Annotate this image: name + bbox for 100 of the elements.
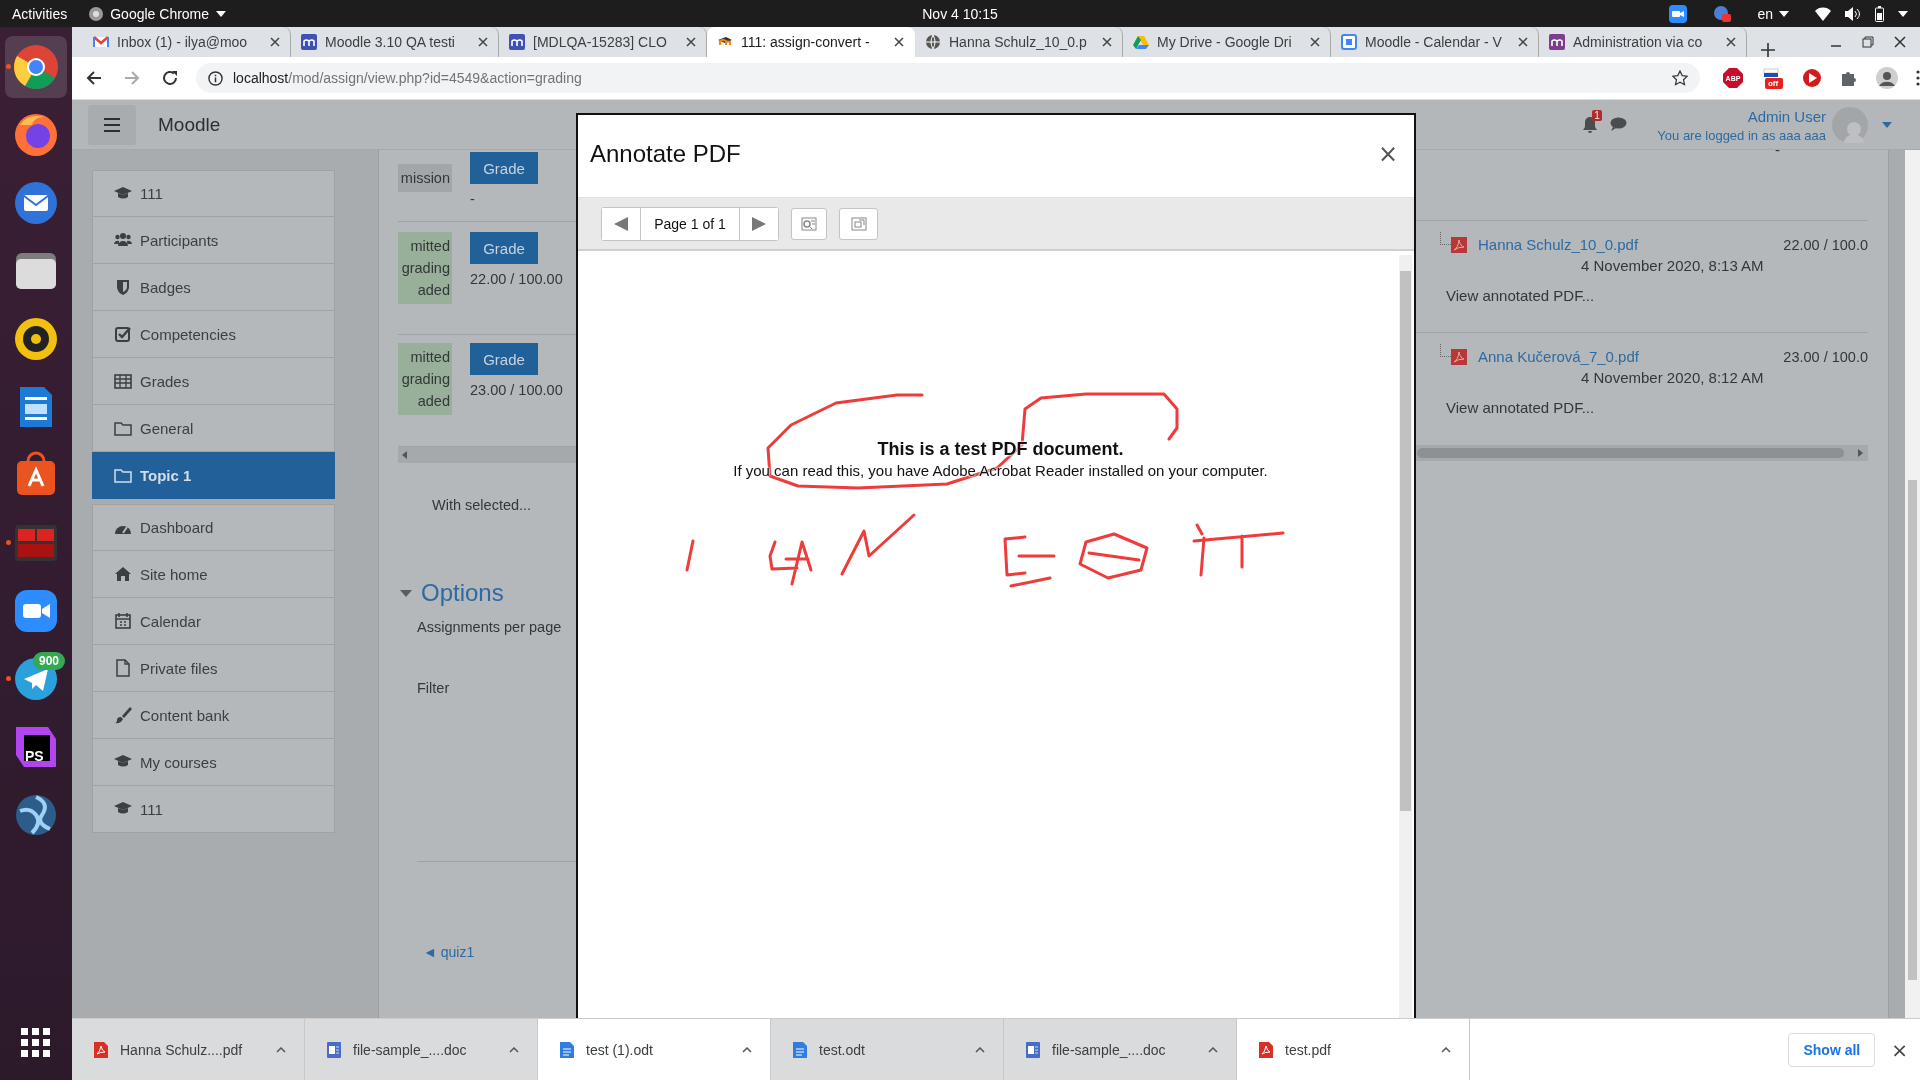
activities-button[interactable]: Activities	[12, 5, 68, 22]
close-icon[interactable]	[270, 37, 280, 47]
chevron-up-icon[interactable]	[1208, 1046, 1218, 1053]
sidebar-item[interactable]: General	[92, 405, 335, 452]
chrome-launcher[interactable]	[5, 36, 67, 98]
sidebar-item[interactable]: Calendar	[92, 598, 335, 645]
sidebar-item[interactable]: Content bank	[92, 692, 335, 739]
grade-button[interactable]: Grade	[470, 232, 538, 264]
close-icon[interactable]	[1310, 37, 1320, 47]
play-icon[interactable]	[1802, 68, 1822, 88]
scroll-left-icon[interactable]	[402, 451, 407, 459]
chevron-up-icon[interactable]	[276, 1046, 286, 1053]
battery-icon[interactable]	[1875, 5, 1884, 22]
browser-icon	[12, 111, 60, 159]
view-annotated-pdf-link[interactable]: View annotated PDF...	[1415, 399, 1868, 416]
vertical-scrollbar[interactable]	[1399, 255, 1412, 1018]
with-selected-label: With selected...	[431, 497, 533, 513]
download-item[interactable]: test.odt	[771, 1019, 1004, 1080]
show-all-button[interactable]: Show all	[1788, 1032, 1876, 1067]
dialog-title: Annotate PDF	[590, 140, 741, 168]
sidebar-item[interactable]: Grades	[92, 358, 335, 405]
chevron-up-icon[interactable]	[975, 1046, 985, 1053]
menu-button[interactable]	[88, 104, 136, 145]
chevron-up-icon[interactable]	[1441, 1046, 1451, 1053]
table-icon	[114, 372, 132, 390]
option-label: Assignments per page	[416, 619, 563, 635]
wifi-icon[interactable]	[1815, 6, 1831, 21]
pdf-file-icon	[1259, 1041, 1273, 1058]
grade-value: -	[470, 191, 476, 207]
camera-icon[interactable]	[1669, 4, 1688, 23]
record-icon[interactable]	[1713, 4, 1732, 23]
close-button[interactable]: ×	[1891, 1037, 1908, 1062]
language-menu[interactable]: en	[1757, 5, 1789, 22]
home-icon	[114, 565, 132, 583]
paper-plane-launcher[interactable]: 900	[5, 648, 67, 710]
download-item[interactable]: file-sample_....doc	[305, 1019, 538, 1080]
grade-button[interactable]: Grade	[470, 152, 538, 184]
close-button[interactable]: ×	[1377, 140, 1398, 168]
volume-icon[interactable]	[1845, 6, 1861, 21]
close-icon[interactable]	[1518, 37, 1528, 47]
grade-value: 22.00 / 100.00	[470, 271, 563, 287]
caret-icon	[1779, 10, 1789, 17]
sidebar-item[interactable]: Badges	[92, 264, 335, 311]
chevron-up-icon[interactable]	[742, 1046, 752, 1053]
right-triangle-icon	[752, 216, 766, 231]
camera-icon	[12, 587, 60, 635]
site-name[interactable]: Moodle	[158, 113, 221, 136]
chat-icon[interactable]	[1610, 117, 1628, 132]
close-icon[interactable]	[1102, 37, 1112, 47]
grade-button[interactable]: Grade	[470, 343, 538, 375]
address-bar[interactable]: localhost/mod/assign/view.php?id=4549&action=grading	[196, 63, 1700, 93]
app-grid-icon[interactable]	[21, 1028, 51, 1058]
chevron-up-icon[interactable]	[509, 1046, 519, 1053]
close-icon[interactable]	[894, 37, 904, 47]
grade-value: -	[1775, 141, 1780, 158]
sidebar-item[interactable]: Dashboard	[92, 504, 335, 551]
mail-icon	[93, 34, 109, 50]
horizontal-scrollbar[interactable]	[1415, 445, 1868, 461]
menu-icon	[104, 117, 120, 132]
download-item[interactable]: file-sample_....doc	[1004, 1019, 1237, 1080]
puzzle-icon[interactable]	[1840, 69, 1858, 87]
sidebar-item[interactable]: Competencies	[92, 311, 335, 358]
star-icon[interactable]	[1672, 70, 1688, 86]
sidebar-item[interactable]: My courses	[92, 739, 335, 786]
app-menu[interactable]: Google Chrome	[89, 5, 227, 22]
drive-icon	[1133, 34, 1149, 50]
menu-icon[interactable]	[1916, 70, 1920, 86]
sidebar-item[interactable]: 111	[92, 170, 335, 217]
submission-date: 4 November 2020, 8:12 AM	[1580, 369, 1765, 386]
close-icon[interactable]	[1726, 37, 1736, 47]
moodle-icon	[1549, 34, 1565, 50]
clock: Nov 4 10:15	[922, 5, 998, 22]
reload-button[interactable]	[162, 70, 178, 86]
avatar-icon[interactable]	[1876, 67, 1898, 89]
scroll-right-icon[interactable]	[1858, 449, 1863, 457]
vertical-scrollbar[interactable]	[1905, 150, 1920, 1018]
restore-icon[interactable]	[1862, 36, 1874, 48]
download-item[interactable]: Hanna Schulz....pdf	[72, 1019, 305, 1080]
browser-tab[interactable]: 111: assign-convert -	[707, 27, 915, 57]
pdf-file-icon	[1451, 348, 1467, 365]
submission-date: 4 November 2020, 8:13 AM	[1580, 257, 1765, 274]
ide-launcher[interactable]: PS	[5, 716, 67, 778]
notification-badge: 1	[1592, 109, 1602, 121]
new-tab-button[interactable]	[1761, 43, 1775, 57]
close-icon[interactable]	[1894, 36, 1906, 48]
view-annotated-pdf-link[interactable]: View annotated PDF...	[1415, 287, 1868, 304]
close-icon[interactable]	[686, 37, 696, 47]
sidebar-item[interactable]: Site home	[92, 551, 335, 598]
collapse-caret-icon[interactable]	[400, 589, 412, 597]
url-text: localhost/mod/assign/view.php?id=4549&action=grading	[233, 70, 582, 86]
sidebar-item[interactable]: Private files	[92, 645, 335, 692]
word-file-icon	[327, 1041, 341, 1058]
sidebar-item[interactable]: Participants	[92, 217, 335, 264]
users-icon	[114, 231, 132, 249]
status-cell: mitted grading aded	[398, 232, 452, 304]
sidebar-item[interactable]: Topic 1	[92, 452, 335, 499]
close-icon[interactable]	[478, 37, 488, 47]
back-button[interactable]	[86, 70, 102, 86]
sidebar-item[interactable]: 111	[92, 786, 335, 833]
gauge-icon	[114, 524, 132, 535]
